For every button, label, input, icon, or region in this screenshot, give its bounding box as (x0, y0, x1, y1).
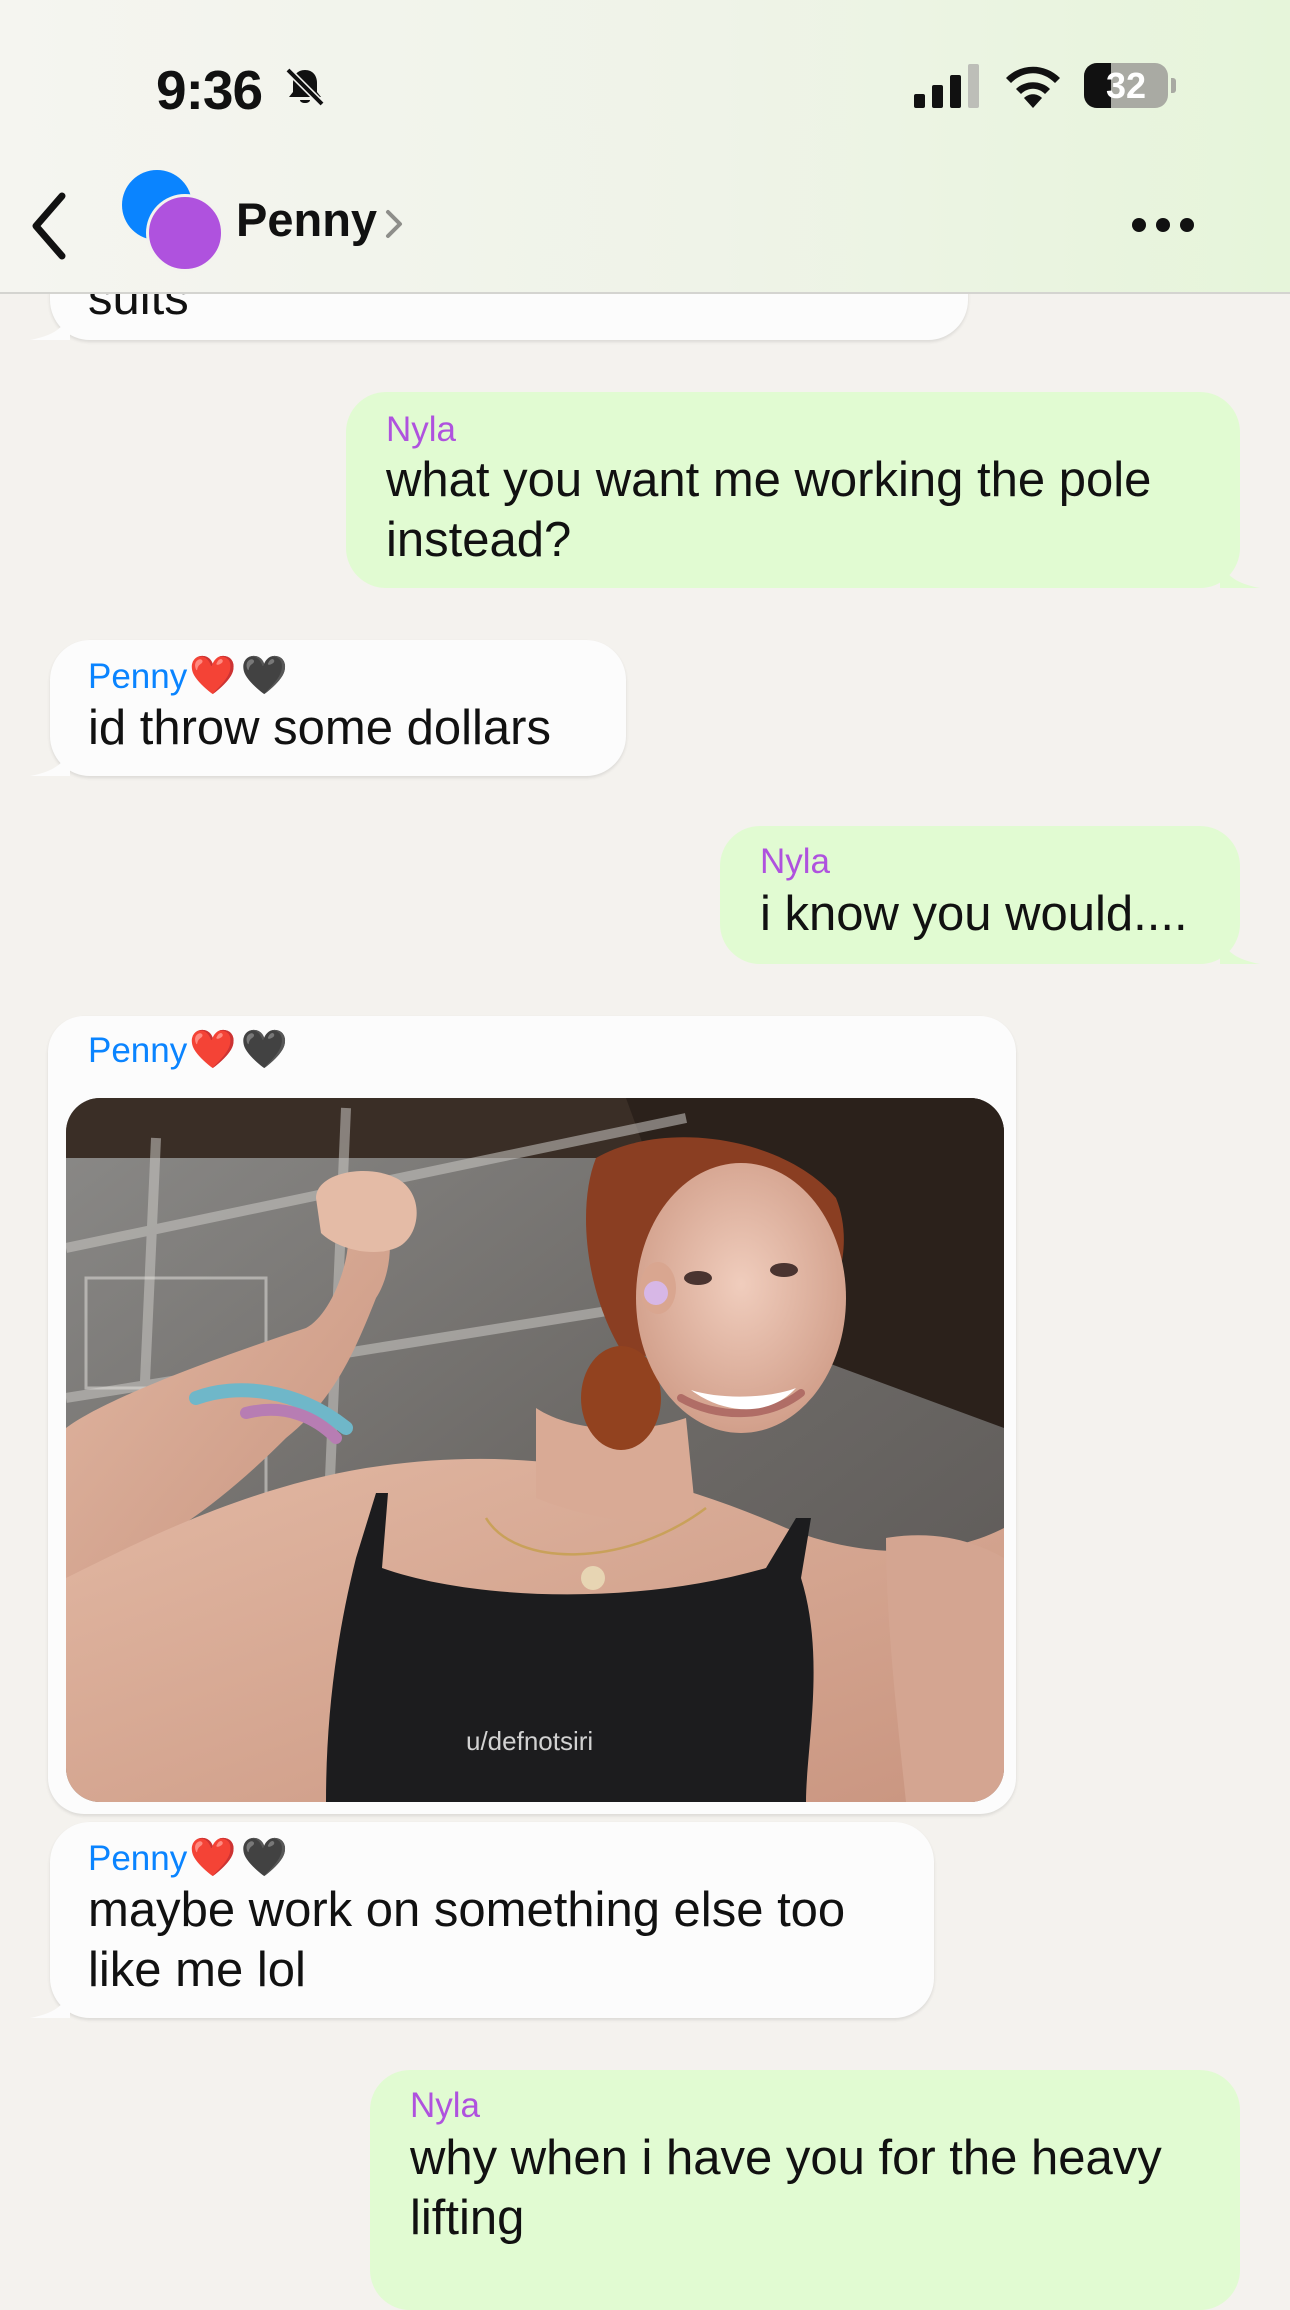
back-chevron-icon[interactable] (28, 190, 72, 262)
photo-message-bubble[interactable]: Penny❤️🖤 u/defnotsiri (48, 1016, 1016, 1814)
sender-name: Nyla (386, 410, 457, 449)
bubble-tail (30, 746, 70, 776)
bubble-tail (30, 1988, 70, 2018)
chat-transcript[interactable]: suits Nyla what you want me working the … (0, 0, 1290, 2310)
sender-name: Nyla (760, 842, 831, 881)
contact-name[interactable]: Penny (236, 192, 377, 247)
message-text: maybe work on something else too like me… (88, 1883, 846, 1997)
battery-level-text: 32 (1105, 65, 1147, 106)
avatar-circle-purple (146, 194, 224, 272)
heart-emoji-icon: ❤️🖤 (189, 655, 292, 697)
sender-name: Penny❤️🖤 (88, 1029, 292, 1071)
sender-name: Penny❤️🖤 (88, 1837, 292, 1879)
sender-name: Nyla (410, 2086, 481, 2125)
message-bubble-outgoing[interactable]: Nyla what you want me working the pole i… (346, 392, 1260, 588)
message-text: i know you would.... (760, 887, 1188, 941)
message-text: what you want me working the pole instea… (386, 453, 1152, 567)
chevron-right-icon[interactable] (384, 208, 404, 240)
message-bubble-incoming[interactable]: Penny❤️🖤 maybe work on something else to… (30, 1822, 934, 2018)
conversation-header: 9:36 32 Penny (0, 0, 1290, 294)
message-bubble-outgoing[interactable]: Nyla why when i have you for the heavy l… (370, 2070, 1240, 2310)
heart-emoji-icon: ❤️🖤 (189, 1837, 292, 1879)
more-icon[interactable] (1130, 212, 1196, 238)
bubble-tail (30, 310, 70, 340)
battery-icon: 32 (1084, 63, 1176, 108)
message-bubble-outgoing[interactable]: Nyla i know you would.... (720, 826, 1260, 964)
photo-watermark: u/defnotsiri (466, 1726, 593, 1756)
photo-image: u/defnotsiri (66, 1098, 1004, 1802)
bell-slash-icon (285, 67, 325, 107)
message-text: why when i have you for the heavy liftin… (410, 2131, 1162, 2245)
message-bubble-incoming[interactable]: Penny❤️🖤 id throw some dollars (30, 640, 626, 776)
photo-attachment[interactable]: u/defnotsiri (66, 1098, 1004, 1802)
heart-emoji-icon: ❤️🖤 (189, 1029, 292, 1071)
bubble-tail (1220, 558, 1260, 588)
cellular-signal-icon (914, 64, 979, 108)
group-avatar[interactable] (122, 170, 224, 272)
bubble-tail (1220, 934, 1260, 964)
message-text: id throw some dollars (88, 701, 551, 755)
status-time: 9:36 (156, 59, 263, 121)
wifi-icon (1006, 66, 1060, 108)
sender-name: Penny❤️🖤 (88, 655, 292, 697)
